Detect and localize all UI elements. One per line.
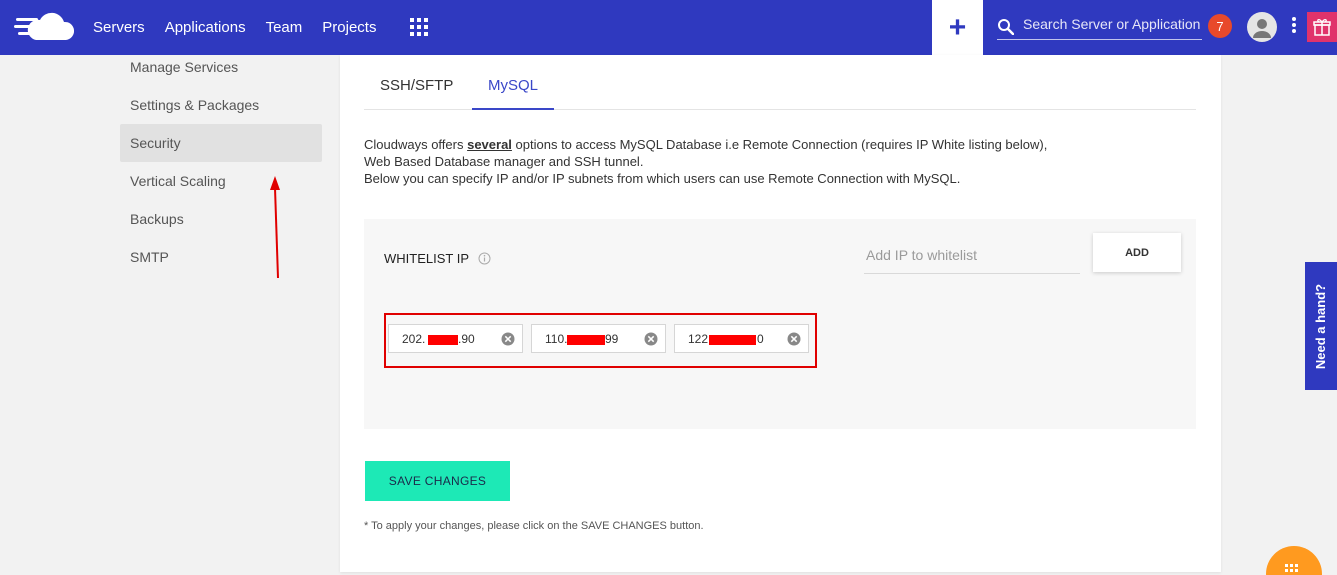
need-a-hand-label: Need a hand?: [1313, 283, 1329, 369]
more-menu-icon[interactable]: [1290, 17, 1298, 37]
notification-badge[interactable]: 7: [1208, 14, 1232, 38]
sidebar-item-vertical-scaling[interactable]: Vertical Scaling: [120, 162, 322, 200]
several-link[interactable]: several: [467, 137, 512, 152]
redaction-mark: [709, 335, 756, 345]
floating-menu-button[interactable]: [1266, 546, 1322, 575]
plus-icon: +: [948, 10, 967, 44]
ip-chip: 122 0: [674, 324, 809, 353]
search-input[interactable]: [1023, 16, 1201, 32]
search-icon[interactable]: [997, 18, 1014, 35]
ip-chip: 202. .90: [388, 324, 523, 353]
tab-mysql[interactable]: MySQL: [472, 65, 555, 110]
desc-text: Cloudways offers: [364, 137, 468, 152]
security-tabs: SSH/SFTP MySQL: [364, 65, 1196, 110]
remove-ip-icon[interactable]: [501, 332, 515, 346]
whitelist-label-text: WHITELIST IP: [384, 251, 469, 266]
gift-button[interactable]: [1307, 12, 1337, 42]
sidebar-item-backups[interactable]: Backups: [120, 200, 322, 238]
ip-prefix: 202.: [402, 332, 426, 346]
ip-suffix: .90: [458, 332, 475, 346]
user-icon: [1253, 19, 1271, 38]
highlight-box: 202. .90 110. 99 122 0: [384, 313, 817, 368]
nav-servers[interactable]: Servers: [93, 19, 145, 36]
whitelist-label: WHITELIST IP: [384, 251, 491, 266]
sidebar-item-smtp[interactable]: SMTP: [120, 238, 322, 276]
remove-ip-icon[interactable]: [644, 332, 658, 346]
ip-prefix: 122: [688, 332, 709, 346]
top-navbar: Servers Applications Team Projects + 7: [0, 0, 1337, 55]
add-button[interactable]: +: [932, 0, 983, 55]
gift-icon: [1313, 19, 1331, 36]
security-panel: SSH/SFTP MySQL Cloudways offers several …: [340, 55, 1221, 572]
nav-applications[interactable]: Applications: [165, 19, 246, 36]
need-a-hand-tab[interactable]: Need a hand?: [1305, 262, 1337, 390]
search-box: [997, 12, 1202, 40]
mysql-description: Cloudways offers several options to acce…: [364, 136, 1064, 187]
whitelist-section: WHITELIST IP ADD 202. .90 110.: [364, 219, 1196, 429]
redaction-mark: [567, 335, 605, 345]
avatar[interactable]: [1247, 12, 1277, 42]
add-ip-button[interactable]: ADD: [1093, 233, 1181, 272]
red-arrow-annotation: [270, 176, 280, 279]
nav-team[interactable]: Team: [266, 19, 303, 36]
apps-grid-icon[interactable]: [410, 18, 428, 36]
cloudways-logo[interactable]: [14, 10, 74, 44]
grid-icon: [1285, 564, 1298, 572]
save-note: * To apply your changes, please click on…: [364, 520, 704, 532]
ip-chip: 110. 99: [531, 324, 666, 353]
remove-ip-icon[interactable]: [787, 332, 801, 346]
desc-text-2: Below you can specify IP and/or IP subne…: [364, 171, 961, 186]
add-ip-input[interactable]: [864, 236, 1080, 274]
ip-prefix: 110.: [545, 332, 568, 346]
save-changes-button[interactable]: SAVE CHANGES: [365, 461, 510, 501]
ip-suffix: 99: [605, 332, 619, 346]
info-icon[interactable]: [478, 252, 491, 265]
sidebar-item-settings-packages[interactable]: Settings & Packages: [120, 86, 322, 124]
tab-ssh-sftp[interactable]: SSH/SFTP: [364, 65, 469, 110]
nav-projects[interactable]: Projects: [322, 19, 376, 36]
ip-suffix: 0: [757, 332, 764, 346]
main-nav: Servers Applications Team Projects: [93, 0, 396, 55]
server-sidebar: Manage Services Settings & Packages Secu…: [120, 48, 322, 276]
sidebar-item-manage-services[interactable]: Manage Services: [120, 48, 322, 86]
redaction-mark: [428, 335, 458, 345]
sidebar-item-security[interactable]: Security: [120, 124, 322, 162]
